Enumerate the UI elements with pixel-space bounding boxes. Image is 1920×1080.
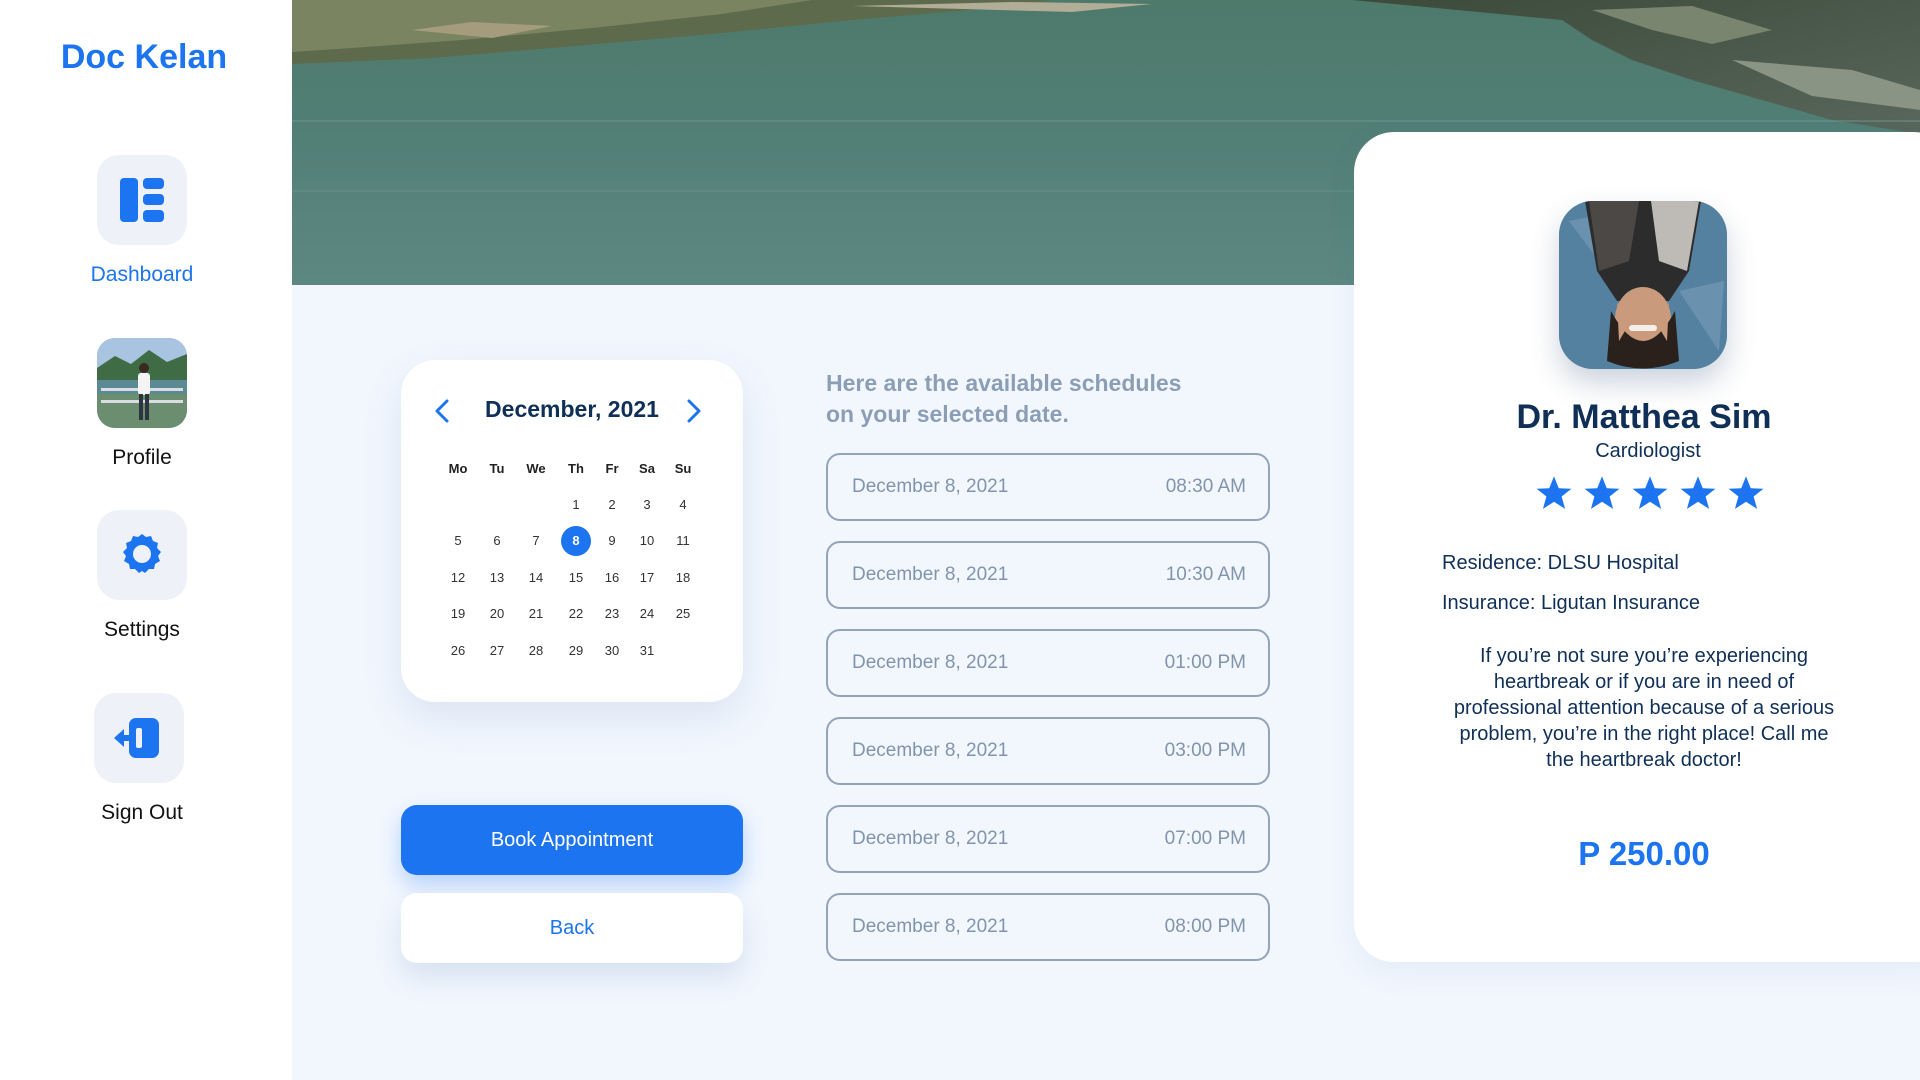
calendar-day[interactable]: 13 <box>482 562 512 592</box>
profile-avatar[interactable] <box>97 338 187 428</box>
consultation-price: P 250.00 <box>1578 835 1710 872</box>
calendar-day[interactable]: 24 <box>632 599 662 629</box>
schedule-slot[interactable]: December 8, 2021 01:00 PM <box>826 629 1270 697</box>
sidebar-item-dashboard[interactable]: Dashboard <box>0 155 284 287</box>
dashboard-tile[interactable] <box>97 155 187 245</box>
sidebar-item-profile[interactable]: Profile <box>0 338 284 470</box>
doctor-residence: Residence: DLSU Hospital <box>1442 552 1679 574</box>
slot-date: December 8, 2021 <box>852 476 1009 497</box>
rating-stars <box>1535 474 1765 516</box>
calendar-day[interactable]: 3 <box>632 489 662 519</box>
calendar-weekday: We <box>526 460 546 476</box>
doctor-portrait-image <box>1559 201 1727 369</box>
schedules-heading-line: on your selected date. <box>826 401 1069 427</box>
slot-date: December 8, 2021 <box>852 652 1009 673</box>
calendar-day[interactable]: 18 <box>668 562 698 592</box>
calendar-day[interactable]: 11 <box>668 526 698 556</box>
slot-date: December 8, 2021 <box>852 740 1009 761</box>
calendar-day[interactable]: 10 <box>632 526 662 556</box>
slot-time: 10:30 AM <box>1165 564 1246 585</box>
calendar-weekday: Fr <box>605 460 619 476</box>
star-icon <box>1632 476 1668 509</box>
calendar-day[interactable]: 12 <box>443 562 473 592</box>
calendar-weekday: Th <box>568 460 584 476</box>
slot-time: 01:00 PM <box>1164 652 1246 673</box>
calendar-weekday: Tu <box>489 460 505 476</box>
calendar-day[interactable]: 5 <box>443 526 473 556</box>
settings-tile[interactable] <box>97 510 187 600</box>
calendar-day[interactable]: 4 <box>668 489 698 519</box>
slot-time: 03:00 PM <box>1164 740 1246 761</box>
calendar-day[interactable]: 1 <box>561 489 591 519</box>
calendar-day[interactable]: 21 <box>521 599 551 629</box>
star-icon <box>1584 476 1620 509</box>
calendar-day[interactable]: 23 <box>597 599 627 629</box>
dashboard-icon <box>120 178 164 222</box>
gear-icon <box>123 534 161 573</box>
slot-date: December 8, 2021 <box>852 828 1009 849</box>
sidebar-item-label: Profile <box>112 446 172 469</box>
calendar-day[interactable]: 9 <box>597 526 627 556</box>
calendar-day[interactable]: 28 <box>521 635 551 665</box>
calendar-day[interactable]: 30 <box>597 635 627 665</box>
back-button[interactable]: Back <box>401 893 743 963</box>
calendar-grid: Mo Tu We Th Fr Sa Su 1 2 3 4 5 6 7 8 9 10 11 12 13 14 15 16 17 1… <box>401 460 743 680</box>
doctor-specialty: Cardiologist <box>1595 440 1701 462</box>
slot-date: December 8, 2021 <box>852 564 1009 585</box>
calendar-day-selected[interactable]: 8 <box>561 525 591 556</box>
calendar-day[interactable]: 25 <box>668 599 698 629</box>
sign-out-tile[interactable] <box>94 693 184 783</box>
chevron-right-icon <box>687 399 701 423</box>
slot-time: 08:00 PM <box>1164 916 1246 937</box>
calendar-day[interactable]: 14 <box>521 562 551 592</box>
calendar-day[interactable]: 22 <box>561 599 591 629</box>
calendar-header: December, 2021 <box>401 396 743 426</box>
calendar-day[interactable]: 26 <box>443 635 473 665</box>
star-icon <box>1680 476 1716 509</box>
star-icon <box>1728 476 1764 509</box>
calendar-day[interactable]: 31 <box>632 635 662 665</box>
schedule-slot[interactable]: December 8, 2021 08:30 AM <box>826 453 1270 521</box>
app-logo[interactable]: Doc Kelan <box>0 38 288 77</box>
schedule-slot[interactable]: December 8, 2021 07:00 PM <box>826 805 1270 873</box>
avatar-photo <box>97 338 187 428</box>
calendar-day[interactable]: 6 <box>482 526 512 556</box>
doctor-insurance: Insurance: Ligutan Insurance <box>1442 592 1700 614</box>
sidebar-item-label: Dashboard <box>90 263 194 286</box>
calendar-day[interactable]: 2 <box>597 489 627 519</box>
calendar-day[interactable]: 7 <box>521 526 551 556</box>
sidebar: Doc Kelan Dashboard Profile Settings Sig… <box>0 0 292 1080</box>
calendar-day[interactable]: 17 <box>632 562 662 592</box>
slot-date: December 8, 2021 <box>852 916 1009 937</box>
star-icon <box>1536 476 1572 509</box>
schedule-slot[interactable]: December 8, 2021 08:00 PM <box>826 893 1270 961</box>
calendar-weekday: Mo <box>448 460 468 476</box>
calendar-day[interactable]: 27 <box>482 635 512 665</box>
sidebar-item-sign-out[interactable]: Sign Out <box>0 693 284 825</box>
doctor-photo <box>1559 201 1727 369</box>
book-appointment-button[interactable]: Book Appointment <box>401 805 743 875</box>
schedules-heading-line: Here are the available schedules <box>826 370 1182 396</box>
calendar: December, 2021 Mo Tu We Th Fr Sa Su 1 2 3 4 5 6 7 8 9 10… <box>401 360 743 702</box>
calendar-day[interactable]: 20 <box>482 599 512 629</box>
calendar-day[interactable]: 29 <box>561 635 591 665</box>
calendar-weekday: Su <box>674 460 692 476</box>
slot-time: 08:30 AM <box>1165 476 1246 497</box>
slot-time: 07:00 PM <box>1164 828 1246 849</box>
calendar-day[interactable]: 15 <box>561 562 591 592</box>
sidebar-item-settings[interactable]: Settings <box>0 510 284 642</box>
doctor-name: Dr. Matthea Sim <box>1516 398 1772 436</box>
next-month-button[interactable] <box>681 398 705 424</box>
schedules-heading: Here are the available schedules on your… <box>826 368 1266 430</box>
schedule-slot[interactable]: December 8, 2021 10:30 AM <box>826 541 1270 609</box>
sidebar-item-label: Sign Out <box>101 801 183 824</box>
sign-out-icon <box>114 718 159 758</box>
doctor-bio: If you’re not sure you’re experiencing h… <box>1453 645 1835 771</box>
schedule-slot[interactable]: December 8, 2021 03:00 PM <box>826 717 1270 785</box>
calendar-day[interactable]: 16 <box>597 562 627 592</box>
sidebar-item-label: Settings <box>104 618 180 641</box>
doctor-card: Dr. Matthea Sim Cardiologist Residence: … <box>1354 132 1920 962</box>
calendar-weekday: Sa <box>639 460 655 476</box>
calendar-day[interactable]: 19 <box>443 599 473 629</box>
